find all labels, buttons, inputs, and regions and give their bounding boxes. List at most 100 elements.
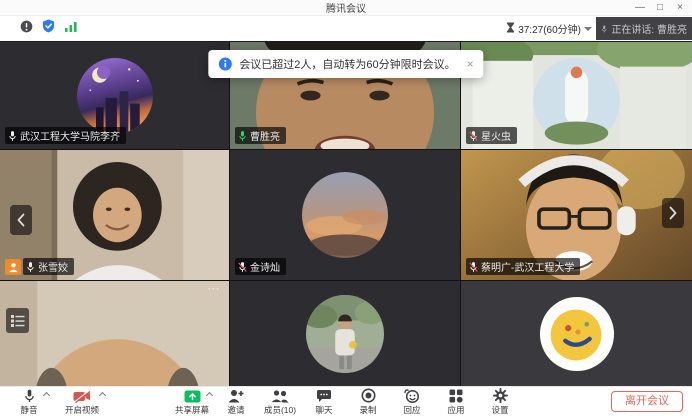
- layout-list-view-button[interactable]: [6, 308, 29, 333]
- share-screen-button[interactable]: 共享屏幕: [171, 387, 213, 416]
- settings-button[interactable]: 设置: [479, 387, 521, 416]
- members-button[interactable]: 成员(10): [259, 387, 301, 416]
- members-icon: [271, 389, 289, 403]
- status-bar: 37:27(60分钟): [0, 16, 692, 41]
- window-controls: — □ ×: [630, 0, 690, 16]
- participant-tile[interactable]: 星火虫: [461, 42, 692, 149]
- host-badge-icon: [5, 259, 21, 275]
- tile-more-icon[interactable]: ⋯: [207, 284, 221, 294]
- name-label: 曹胜亮: [235, 127, 286, 144]
- titlebar: 腾讯会议 — □ ×: [0, 0, 692, 16]
- name-label: 武汉工程大学马院李齐: [5, 127, 126, 144]
- chevron-left-icon: [16, 213, 26, 227]
- participant-name: 星火虫: [481, 128, 511, 143]
- share-options-chevron-icon[interactable]: [206, 392, 213, 399]
- participant-tile[interactable]: 蔡明广-武汉工程大学: [461, 150, 692, 280]
- mic-muted-icon: [469, 130, 478, 142]
- window-title: 腾讯会议: [326, 0, 366, 15]
- mic-on-icon: [26, 261, 35, 273]
- next-page-button[interactable]: [662, 198, 684, 228]
- network-signal-icon[interactable]: [64, 20, 78, 38]
- name-label: 金诗灿: [235, 258, 286, 275]
- minimize-button[interactable]: —: [630, 0, 650, 16]
- banner-text: 会议已超过2人，自动转为60分钟限时会议。: [239, 56, 455, 72]
- mute-button[interactable]: 静音: [8, 387, 50, 416]
- video-feed: [0, 281, 229, 386]
- list-view-icon: [10, 313, 26, 329]
- notice-icon[interactable]: [20, 20, 33, 38]
- meeting-window: 腾讯会议 — □ × 37:27(60分钟) 正在讲话: 曹胜亮 会议已超过2人…: [0, 0, 692, 416]
- share-screen-icon: [184, 389, 201, 403]
- toolbar-center-group: 共享屏幕 邀请 成员(10) 聊天 录制 回应: [171, 387, 521, 416]
- apps-button[interactable]: 应用: [435, 387, 477, 416]
- invite-person-icon: [228, 389, 244, 403]
- avatar: [302, 172, 388, 258]
- info-icon: [218, 57, 232, 71]
- camera-off-icon: [73, 389, 91, 403]
- record-label: 录制: [359, 404, 376, 416]
- leave-meeting-button[interactable]: 离开会议: [611, 391, 683, 412]
- status-right: 37:27(60分钟): [506, 21, 592, 36]
- reaction-smiley-icon: [404, 389, 420, 403]
- record-icon: [361, 389, 376, 403]
- apps-label: 应用: [447, 404, 464, 416]
- meeting-timer[interactable]: 37:27(60分钟): [506, 21, 592, 36]
- reactions-label: 回应: [403, 404, 420, 416]
- active-speaker-text: 正在讲话: 曹胜亮: [611, 21, 687, 36]
- mute-label: 静音: [20, 404, 37, 416]
- invite-label: 邀请: [227, 404, 244, 416]
- name-label: 张雪姣: [23, 258, 74, 275]
- invite-button[interactable]: 邀请: [215, 387, 257, 416]
- share-screen-label: 共享屏幕: [175, 404, 209, 416]
- mic-icon: [24, 389, 35, 403]
- maximize-button[interactable]: □: [650, 0, 670, 16]
- apps-grid-icon: [449, 389, 463, 403]
- chat-button[interactable]: 聊天: [303, 387, 345, 416]
- avatar: [306, 295, 384, 373]
- video-options-chevron-icon[interactable]: [99, 392, 106, 399]
- participant-tile[interactable]: ⋯: [0, 281, 229, 386]
- participant-tile[interactable]: 金诗灿: [230, 150, 460, 280]
- avatar: [77, 58, 153, 134]
- record-button[interactable]: 录制: [347, 387, 389, 416]
- prev-page-button[interactable]: [10, 205, 32, 235]
- avatar-smiley: [538, 295, 616, 373]
- participant-name: 金诗灿: [250, 259, 280, 274]
- mic-icon: [601, 23, 607, 35]
- name-label: 蔡明广-武汉工程大学: [466, 258, 580, 275]
- start-video-button[interactable]: 开启视频: [58, 387, 106, 416]
- participant-tile[interactable]: [461, 281, 692, 386]
- banner-close-icon[interactable]: ×: [467, 57, 474, 71]
- participant-name: 蔡明广-武汉工程大学: [481, 259, 574, 274]
- timer-text: 37:27(60分钟): [518, 21, 581, 36]
- notification-banner: 会议已超过2人，自动转为60分钟限时会议。 ×: [208, 50, 483, 78]
- participant-tile[interactable]: [230, 281, 460, 386]
- status-icons: [20, 19, 78, 38]
- mic-muted-icon: [469, 261, 478, 273]
- participant-name: 武汉工程大学马院李齐: [20, 128, 120, 143]
- settings-label: 设置: [491, 404, 508, 416]
- gear-icon: [493, 389, 508, 403]
- reactions-button[interactable]: 回应: [391, 387, 433, 416]
- bottom-toolbar: 静音 开启视频 共享屏幕 邀请 成员(10): [0, 386, 692, 416]
- participant-tile[interactable]: 武汉工程大学马院李齐: [0, 42, 229, 149]
- chat-label: 聊天: [315, 404, 332, 416]
- mic-muted-icon: [238, 261, 247, 273]
- participant-tile-host[interactable]: 张雪姣: [0, 150, 229, 280]
- active-speaker-box: 正在讲话: 曹胜亮: [596, 17, 692, 40]
- members-label: 成员(10): [264, 404, 296, 416]
- mic-on-icon: [8, 130, 17, 142]
- participant-name: 曹胜亮: [250, 128, 280, 143]
- chat-bubble-icon: [316, 389, 332, 403]
- chevron-right-icon: [668, 206, 678, 220]
- start-video-label: 开启视频: [65, 404, 99, 416]
- chevron-down-icon: [584, 27, 592, 31]
- toolbar-left-group: 静音 开启视频: [8, 387, 106, 416]
- participant-name: 张雪姣: [38, 259, 68, 274]
- mic-speaking-icon: [238, 130, 247, 142]
- mic-options-chevron-icon[interactable]: [43, 392, 50, 399]
- hourglass-icon: [506, 22, 515, 36]
- security-shield-icon[interactable]: [42, 19, 55, 38]
- name-label: 星火虫: [466, 127, 517, 144]
- close-button[interactable]: ×: [670, 0, 690, 16]
